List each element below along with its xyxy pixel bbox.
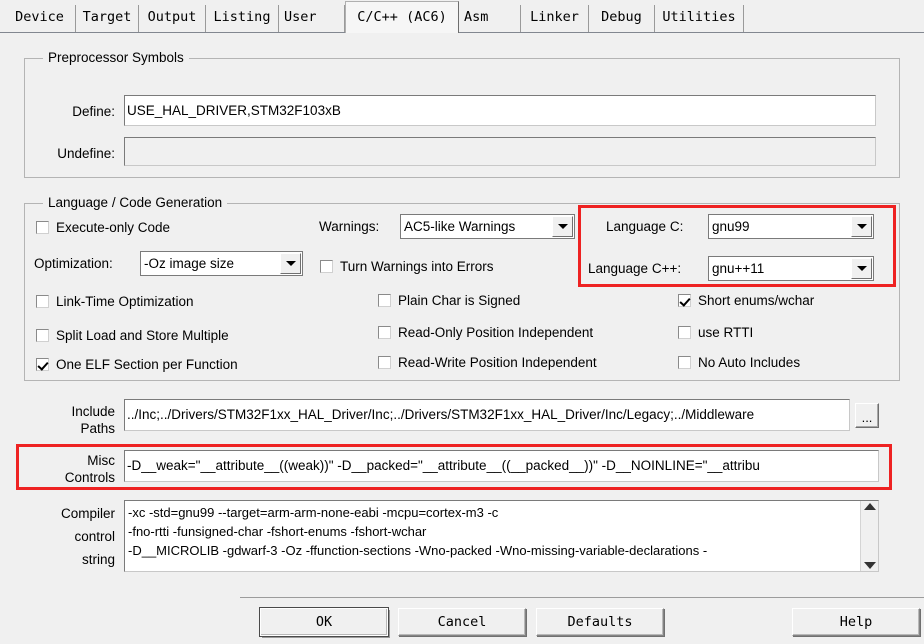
misc-controls-label-line2: Controls xyxy=(64,470,115,485)
ok-button[interactable]: OK xyxy=(260,608,388,636)
split-load-store-box xyxy=(36,329,49,342)
one-elf-section-box xyxy=(36,358,49,371)
include-paths-input[interactable]: ../Inc;../Drivers/STM32F1xx_HAL_Driver/I… xyxy=(124,399,850,431)
compiler-control-string-scrollbar[interactable] xyxy=(860,501,878,571)
misc-controls-label-line1: Misc xyxy=(87,453,115,468)
turn-warnings-into-errors-label: Turn Warnings into Errors xyxy=(340,259,494,274)
compiler-control-string-label-line2: control xyxy=(74,529,115,544)
use-rtti-checkbox[interactable]: use RTTI xyxy=(678,325,753,340)
warnings-value: AC5-like Warnings xyxy=(404,219,516,234)
turn-warnings-into-errors-checkbox[interactable]: Turn Warnings into Errors xyxy=(320,259,494,274)
language-c-value: gnu99 xyxy=(712,219,750,234)
short-enums-wchar-label: Short enums/wchar xyxy=(698,293,815,308)
read-only-position-independent-box xyxy=(378,326,391,339)
compiler-control-string-line-3: -D__MICROLIB -gdwarf-3 -Oz -ffunction-se… xyxy=(128,543,708,558)
help-button[interactable]: Help xyxy=(792,608,920,636)
turn-warnings-into-errors-box xyxy=(320,260,333,273)
one-elf-section-label: One ELF Section per Function xyxy=(56,357,238,372)
language-cpp-value: gnu++11 xyxy=(712,261,765,276)
tab-target[interactable]: Target xyxy=(76,5,139,32)
compiler-control-string-label-line3: string xyxy=(81,552,115,567)
optimization-label: Optimization: xyxy=(34,256,113,271)
optimization-dropdown[interactable]: -Oz image size xyxy=(140,251,303,276)
execute-only-code-box xyxy=(36,221,49,234)
undefine-input[interactable] xyxy=(124,137,876,166)
language-cpp-label: Language C++: xyxy=(588,261,682,276)
tab-asm[interactable]: Asm xyxy=(459,5,521,32)
defaults-button[interactable]: Defaults xyxy=(536,608,664,636)
link-time-optimization-checkbox[interactable]: Link-Time Optimization xyxy=(36,294,194,309)
language-c-dropdown-button[interactable] xyxy=(851,216,872,237)
read-only-position-independent-checkbox[interactable]: Read-Only Position Independent xyxy=(378,325,593,340)
language-cpp-dropdown-button[interactable] xyxy=(851,258,872,279)
chevron-down-icon[interactable] xyxy=(863,562,876,569)
misc-controls-input[interactable]: -D__weak="__attribute__((weak))" -D__pac… xyxy=(124,450,879,482)
define-input[interactable]: USE_HAL_DRIVER,STM32F103xB xyxy=(124,95,876,126)
optimization-dropdown-button[interactable] xyxy=(280,253,301,274)
read-write-position-independent-label: Read-Write Position Independent xyxy=(398,355,597,370)
plain-char-signed-box xyxy=(378,294,391,307)
link-time-optimization-label: Link-Time Optimization xyxy=(56,294,194,309)
chevron-down-icon xyxy=(856,266,867,271)
compiler-control-string-label-line1: Compiler xyxy=(60,506,115,521)
execute-only-code-label: Execute-only Code xyxy=(56,220,171,235)
compiler-control-string-textarea[interactable]: -xc -std=gnu99 --target=arm-arm-none-eab… xyxy=(124,500,879,572)
language-cpp-dropdown[interactable]: gnu++11 xyxy=(708,256,874,281)
tab-user[interactable]: User xyxy=(279,5,345,32)
no-auto-includes-checkbox[interactable]: No Auto Includes xyxy=(678,355,800,370)
short-enums-wchar-box xyxy=(678,294,691,307)
tab-user-label: User xyxy=(284,9,317,25)
warnings-dropdown[interactable]: AC5-like Warnings xyxy=(400,214,575,239)
tab-device[interactable]: Device xyxy=(4,5,76,32)
include-paths-label-line1: Include xyxy=(71,404,115,419)
read-only-position-independent-label: Read-Only Position Independent xyxy=(398,325,594,340)
read-write-position-independent-checkbox[interactable]: Read-Write Position Independent xyxy=(378,355,597,370)
tab-debug[interactable]: Debug xyxy=(589,5,655,32)
include-paths-label-line2: Paths xyxy=(80,421,115,436)
chevron-down-icon xyxy=(285,261,296,266)
tab-linker[interactable]: Linker xyxy=(521,5,589,32)
short-enums-wchar-checkbox[interactable]: Short enums/wchar xyxy=(678,293,814,308)
bottom-separator xyxy=(240,597,924,598)
warnings-dropdown-button[interactable] xyxy=(552,216,573,237)
language-code-generation-title: Language / Code Generation xyxy=(43,195,228,210)
chevron-down-icon xyxy=(856,224,867,229)
compiler-control-string-line-1: -xc -std=gnu99 --target=arm-arm-none-eab… xyxy=(128,505,499,520)
tab-utilities[interactable]: Utilities xyxy=(655,5,744,32)
use-rtti-label: use RTTI xyxy=(698,325,754,340)
link-time-optimization-box xyxy=(36,295,49,308)
compiler-control-string-line-2: -fno-rtti -funsigned-char -fshort-enums … xyxy=(128,524,427,539)
tab-underline xyxy=(0,32,924,33)
read-write-position-independent-box xyxy=(378,356,391,369)
use-rtti-box xyxy=(678,326,691,339)
no-auto-includes-label: No Auto Includes xyxy=(698,355,801,370)
tab-asm-label: Asm xyxy=(464,9,489,25)
tab-output[interactable]: Output xyxy=(139,5,206,32)
define-label: Define: xyxy=(72,104,115,119)
split-load-store-checkbox[interactable]: Split Load and Store Multiple xyxy=(36,328,229,343)
tab-listing[interactable]: Listing xyxy=(206,5,279,32)
tab-cpp-ac6[interactable]: C/C++ (AC6) xyxy=(345,1,459,33)
optimization-value: -Oz image size xyxy=(144,256,235,271)
split-load-store-label: Split Load and Store Multiple xyxy=(56,328,229,343)
warnings-label: Warnings: xyxy=(319,219,380,234)
tab-bar: Device Target Output Listing User C/C++ … xyxy=(0,0,924,33)
preprocessor-symbols-title: Preprocessor Symbols xyxy=(43,50,189,65)
cancel-button[interactable]: Cancel xyxy=(398,608,526,636)
language-c-dropdown[interactable]: gnu99 xyxy=(708,214,874,239)
include-paths-browse-button[interactable]: ... xyxy=(855,403,879,428)
one-elf-section-checkbox[interactable]: One ELF Section per Function xyxy=(36,357,238,372)
language-c-label: Language C: xyxy=(606,219,684,234)
cpp-options-dialog: Device Target Output Listing User C/C++ … xyxy=(0,0,924,644)
compiler-control-string-text: -xc -std=gnu99 --target=arm-arm-none-eab… xyxy=(125,501,860,571)
plain-char-signed-label: Plain Char is Signed xyxy=(398,293,521,308)
undefine-label: Undefine: xyxy=(57,146,115,161)
plain-char-signed-checkbox[interactable]: Plain Char is Signed xyxy=(378,293,520,308)
chevron-up-icon[interactable] xyxy=(863,503,876,510)
execute-only-code-checkbox[interactable]: Execute-only Code xyxy=(36,220,170,235)
no-auto-includes-box xyxy=(678,356,691,369)
chevron-down-icon xyxy=(557,224,568,229)
